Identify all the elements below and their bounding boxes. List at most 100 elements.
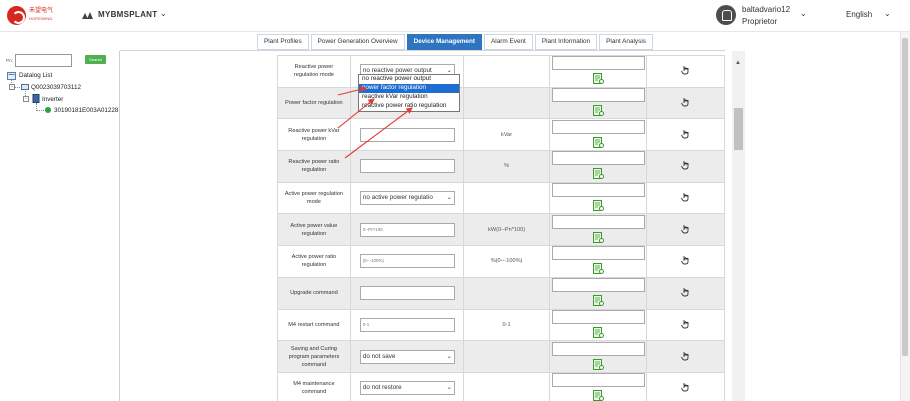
result-field — [551, 341, 645, 356]
tree-connector — [15, 87, 20, 88]
tree-item-datalog[interactable]: Q0023039703112 — [31, 84, 81, 91]
read-document-icon[interactable] — [592, 105, 604, 117]
user-avatar[interactable] — [716, 5, 736, 25]
setting-name: Upgrade command — [277, 276, 351, 310]
user-role: Proprietor — [742, 17, 778, 26]
setting-result — [549, 181, 648, 215]
setting-execute — [646, 118, 725, 152]
setting-control: 0-1 — [349, 308, 464, 342]
datalogger-icon — [21, 84, 29, 90]
result-field — [551, 278, 645, 293]
reactive-kvar-input[interactable] — [359, 127, 455, 142]
setting-execute — [646, 371, 725, 401]
m4-maintenance-select[interactable]: do not restore ⌄ — [359, 381, 455, 396]
search-button[interactable]: Search — [85, 55, 106, 64]
chevron-down-icon[interactable]: ⌄ — [160, 9, 167, 18]
reactive-ratio-input[interactable] — [359, 159, 455, 174]
setting-execute — [646, 55, 725, 88]
option-power-factor-regulation[interactable]: power factor regulation — [359, 84, 459, 93]
plant-selector[interactable]: MYBMSPLANT — [98, 10, 157, 19]
tree-root-datalog-list[interactable]: Datalog List — [19, 72, 52, 79]
read-document-icon[interactable] — [592, 200, 604, 212]
company-logo[interactable]: 禾望电气 HOPEWIND — [7, 6, 65, 25]
select-value: no active power regulatio — [362, 194, 433, 202]
logo-subtext: HOPEWIND — [29, 16, 53, 21]
setting-control: (0---100%) — [349, 245, 464, 278]
tab-alarm-event[interactable]: Alarm Event — [484, 34, 533, 50]
tab-device-management[interactable]: Device Management — [406, 34, 483, 50]
setting-unit: 0-1 — [462, 308, 551, 342]
setting-result — [549, 245, 648, 278]
table-scrollbar-thumb[interactable] — [734, 108, 743, 150]
page-scrollbar-thumb[interactable] — [902, 38, 908, 356]
tab-power-generation-overview[interactable]: Power Generation Overview — [310, 34, 405, 50]
option-reactive-kvar-regulation[interactable]: reactive kVar regulation — [359, 93, 459, 102]
hand-pointer-icon[interactable] — [681, 382, 690, 392]
setting-control: do not save ⌄ — [349, 340, 464, 373]
hand-pointer-icon[interactable] — [681, 97, 690, 107]
result-field — [551, 151, 645, 166]
read-document-icon[interactable] — [592, 73, 604, 85]
active-power-value-input[interactable]: 0--Pn*100 — [359, 222, 455, 237]
pn-search-input[interactable] — [15, 54, 72, 67]
setting-result — [549, 340, 648, 373]
setting-result — [549, 118, 648, 152]
collapse-icon[interactable]: - — [23, 96, 29, 102]
chevron-down-icon[interactable]: ⌄ — [884, 9, 891, 18]
read-document-icon[interactable] — [592, 390, 604, 401]
hand-pointer-icon[interactable] — [681, 160, 690, 170]
setting-result — [549, 150, 648, 183]
read-document-icon[interactable] — [592, 231, 604, 243]
hand-pointer-icon[interactable] — [681, 319, 690, 329]
result-field — [551, 56, 645, 71]
setting-execute — [646, 150, 725, 183]
tab-plant-information[interactable]: Plant Information — [534, 34, 598, 50]
tree-connector — [36, 110, 44, 111]
m4-restart-input[interactable]: 0-1 — [359, 317, 455, 332]
scroll-up-icon[interactable]: ▲ — [735, 60, 741, 66]
hand-pointer-icon[interactable] — [681, 255, 690, 265]
hand-pointer-icon[interactable] — [681, 287, 690, 297]
upgrade-command-input[interactable] — [359, 286, 455, 301]
chevron-down-icon[interactable]: ⌄ — [800, 9, 807, 18]
chevron-down-icon[interactable]: ⌄ — [445, 382, 452, 395]
user-name[interactable]: baltadvario12 — [742, 5, 790, 14]
hand-pointer-icon[interactable] — [681, 192, 690, 202]
read-document-icon[interactable] — [592, 136, 604, 148]
read-document-icon[interactable] — [592, 326, 604, 338]
chevron-down-icon[interactable]: ⌄ — [445, 350, 452, 363]
setting-result — [549, 276, 648, 310]
read-document-icon[interactable] — [592, 168, 604, 180]
option-reactive-power-ratio-regulation[interactable]: reactive power ratio regulation — [359, 102, 459, 111]
read-document-icon[interactable] — [592, 358, 604, 370]
hand-pointer-icon[interactable] — [681, 129, 690, 139]
table-scrollbar[interactable] — [732, 51, 745, 401]
result-field — [551, 119, 645, 134]
table-row: Saving and Curing program parameters com… — [277, 340, 725, 373]
hand-pointer-icon[interactable] — [681, 224, 690, 234]
chevron-down-icon[interactable]: ⌄ — [445, 192, 452, 205]
setting-unit: % — [462, 150, 551, 183]
tab-plant-profiles[interactable]: Plant Profiles — [257, 34, 309, 50]
inverter-icon — [32, 94, 40, 103]
read-document-icon[interactable] — [592, 295, 604, 307]
datalog-list-icon — [7, 72, 16, 80]
read-document-icon[interactable] — [592, 263, 604, 275]
table-row: Reactive power ratio regulation % — [277, 150, 725, 183]
setting-name: Reactive power ratio regulation — [277, 150, 351, 183]
save-curing-select[interactable]: do not save ⌄ — [359, 349, 455, 364]
setting-unit — [462, 340, 551, 373]
tree-item-inverter[interactable]: Inverter — [42, 96, 63, 103]
device-tree-panel — [0, 51, 119, 401]
tree-item-device[interactable]: 30190181E003A01228 — [54, 107, 118, 114]
table-row: Power factor regulation — [277, 86, 725, 120]
pn-label: Pn: — [6, 58, 13, 63]
hand-pointer-icon[interactable] — [681, 65, 690, 75]
tab-plant-analysis[interactable]: Plant Analysis — [599, 34, 653, 50]
active-power-mode-select[interactable]: no active power regulatio ⌄ — [359, 191, 455, 206]
table-row: Reactive power kVar regulation kVar — [277, 118, 725, 152]
language-selector[interactable]: English — [846, 10, 872, 19]
active-power-ratio-input[interactable]: (0---100%) — [359, 254, 455, 269]
hand-pointer-icon[interactable] — [681, 351, 690, 361]
option-no-reactive-power-output[interactable]: no reactive power output — [359, 75, 459, 84]
